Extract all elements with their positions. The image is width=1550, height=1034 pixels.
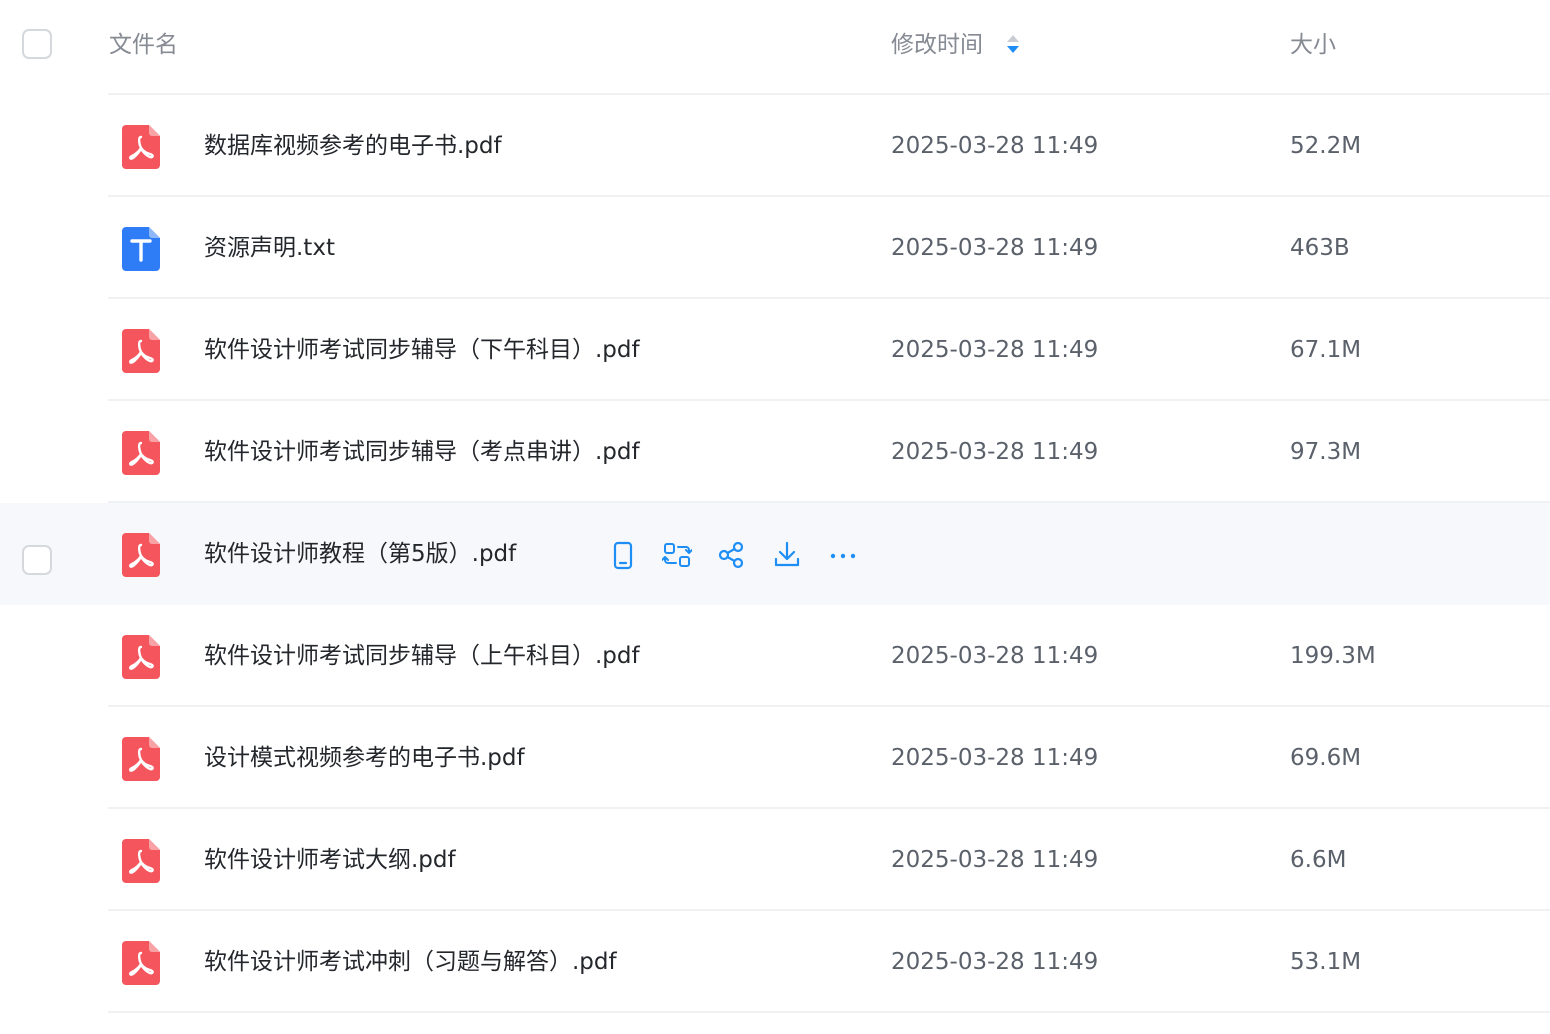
file-name[interactable]: 软件设计师考试同步辅导（下午科目）.pdf [204, 333, 640, 367]
pdf-file-icon [122, 431, 160, 475]
file-name[interactable]: 软件设计师考试冲刺（习题与解答）.pdf [204, 945, 617, 979]
row-checkbox[interactable] [22, 545, 52, 575]
list-header: 文件名 修改时间 大小 [0, 0, 1550, 92]
file-size: 69.6M [1290, 745, 1362, 771]
txt-file-icon [122, 227, 160, 271]
file-row[interactable]: 软件设计师考试冲刺（习题与解答）.pdf 2025-03-28 11:49 53.1… [0, 911, 1550, 1013]
file-size: 67.1M [1290, 337, 1362, 363]
file-row[interactable]: 设计模式视频参考的电子书.pdf 2025-03-28 11:49 69.6M [0, 707, 1550, 809]
pdf-file-icon [122, 125, 160, 169]
file-size: 97.3M [1290, 439, 1362, 465]
file-row[interactable]: 软件设计师考试大纲.pdf 2025-03-28 11:49 6.6M [0, 809, 1550, 911]
modified-time: 2025-03-28 11:49 [891, 949, 1099, 975]
modified-time: 2025-03-28 11:49 [891, 133, 1099, 159]
share-icon[interactable] [716, 539, 746, 571]
select-all-checkbox[interactable] [22, 29, 52, 59]
file-row[interactable]: 资源声明.txt 2025-03-28 11:49 463B [0, 197, 1550, 299]
file-size: 199.3M [1290, 643, 1376, 669]
pdf-file-icon [122, 737, 160, 781]
sort-updown-icon[interactable] [1004, 30, 1022, 58]
row-divider [108, 1011, 1550, 1013]
modified-time: 2025-03-28 11:49 [891, 745, 1099, 771]
pdf-file-icon [122, 533, 160, 577]
file-size: 463B [1290, 235, 1350, 261]
column-header-time[interactable]: 修改时间 [891, 30, 983, 60]
file-name[interactable]: 软件设计师考试同步辅导（考点串讲）.pdf [204, 435, 640, 469]
phone-icon[interactable] [608, 539, 638, 571]
pdf-file-icon [122, 839, 160, 883]
pdf-file-icon [122, 941, 160, 985]
file-name[interactable]: 设计模式视频参考的电子书.pdf [204, 741, 525, 775]
file-name[interactable]: 数据库视频参考的电子书.pdf [204, 129, 502, 163]
file-name[interactable]: 软件设计师教程（第5版）.pdf [204, 537, 516, 571]
file-row[interactable]: 软件设计师考试同步辅导（上午科目）.pdf 2025-03-28 11:49 199… [0, 605, 1550, 707]
modified-time: 2025-03-28 11:49 [891, 643, 1099, 669]
convert-icon[interactable] [661, 539, 693, 571]
file-name[interactable]: 软件设计师考试大纲.pdf [204, 843, 456, 877]
modified-time: 2025-03-28 11:49 [891, 235, 1099, 261]
modified-time: 2025-03-28 11:49 [891, 439, 1099, 465]
file-size: 6.6M [1290, 847, 1347, 873]
more-icon[interactable] [828, 539, 858, 571]
file-row[interactable]: 软件设计师考试同步辅导（下午科目）.pdf 2025-03-28 11:49 67.… [0, 299, 1550, 401]
pdf-file-icon [122, 635, 160, 679]
modified-time: 2025-03-28 11:49 [891, 337, 1099, 363]
file-row[interactable]: 软件设计师考试同步辅导（考点串讲）.pdf 2025-03-28 11:49 97.… [0, 401, 1550, 503]
file-name[interactable]: 资源声明.txt [204, 231, 335, 265]
column-header-size[interactable]: 大小 [1290, 30, 1336, 60]
modified-time: 2025-03-28 11:49 [891, 847, 1099, 873]
file-size: 52.2M [1290, 133, 1362, 159]
file-size: 53.1M [1290, 949, 1362, 975]
file-list: 文件名 修改时间 大小 数据库视频参考的电子书.pdf 2025-03-28 11… [0, 0, 1550, 1034]
file-name[interactable]: 软件设计师考试同步辅导（上午科目）.pdf [204, 639, 640, 673]
pdf-file-icon [122, 329, 160, 373]
file-row[interactable]: 软件设计师教程（第5版）.pdf [0, 503, 1550, 605]
column-header-name[interactable]: 文件名 [109, 30, 178, 60]
download-icon[interactable] [772, 539, 802, 571]
file-row[interactable]: 数据库视频参考的电子书.pdf 2025-03-28 11:49 52.2M [0, 95, 1550, 197]
